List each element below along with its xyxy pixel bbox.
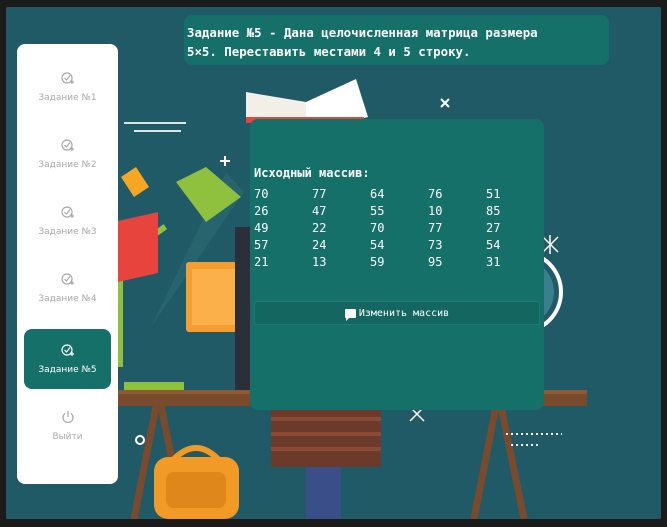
change-array-button[interactable]: Изменить массив bbox=[254, 301, 540, 325]
check-add-icon bbox=[60, 139, 74, 151]
matrix-cell: 77 bbox=[312, 187, 327, 201]
matrix-cell: 76 bbox=[428, 187, 443, 201]
sidebar-item-task-4[interactable]: Задание №4 bbox=[24, 258, 111, 318]
matrix-row: 70 77 64 76 51 bbox=[254, 186, 544, 203]
sidebar: Задание №1 Задание №2 Задание №3 Задание… bbox=[17, 44, 118, 484]
matrix-cell: 22 bbox=[312, 221, 327, 235]
app-window: Задание №5 - Дана целочисленная матрица … bbox=[6, 7, 661, 519]
sidebar-item-label: Задание №5 bbox=[38, 365, 97, 375]
sidebar-item-task-1[interactable]: Задание №1 bbox=[24, 57, 111, 117]
matrix-cell: 27 bbox=[486, 221, 501, 235]
sidebar-item-task-2[interactable]: Задание №2 bbox=[24, 124, 111, 184]
sidebar-item-label: Задание №2 bbox=[38, 160, 97, 170]
matrix-cell: 54 bbox=[486, 238, 501, 252]
result-panel: Исходный массив: 70 77 64 76 51 26 47 55… bbox=[250, 119, 544, 410]
check-add-icon bbox=[60, 344, 74, 356]
matrix-cell: 10 bbox=[428, 204, 443, 218]
sidebar-item-task-3[interactable]: Задание №3 bbox=[24, 191, 111, 251]
check-add-icon bbox=[60, 206, 74, 218]
matrix-cell: 77 bbox=[428, 221, 443, 235]
matrix-row: 21 13 59 95 31 bbox=[254, 254, 544, 271]
matrix-table: 70 77 64 76 51 26 47 55 10 85 49 22 70 7… bbox=[254, 186, 544, 271]
matrix-cell: 55 bbox=[370, 204, 385, 218]
matrix-cell: 95 bbox=[428, 255, 443, 269]
task-description-line-2: 5×5. Переставить местами 4 и 5 строку. bbox=[187, 44, 471, 59]
matrix-cell: 57 bbox=[254, 238, 269, 252]
matrix-cell: 70 bbox=[254, 187, 269, 201]
matrix-row: 57 24 54 73 54 bbox=[254, 237, 544, 254]
task-description-line-1: Задание №5 - Дана целочисленная матрица … bbox=[187, 25, 538, 40]
matrix-cell: 26 bbox=[254, 204, 269, 218]
matrix-cell: 47 bbox=[312, 204, 327, 218]
message-icon bbox=[344, 308, 356, 321]
power-icon bbox=[61, 411, 74, 424]
sidebar-item-label: Задание №3 bbox=[38, 227, 97, 237]
check-add-icon bbox=[60, 273, 74, 285]
matrix-cell: 85 bbox=[486, 204, 501, 218]
sidebar-item-label: Выйти bbox=[52, 432, 83, 442]
matrix-cell: 54 bbox=[370, 238, 385, 252]
matrix-cell: 31 bbox=[486, 255, 501, 269]
matrix-row: 49 22 70 77 27 bbox=[254, 220, 544, 237]
sidebar-item-label: Задание №1 bbox=[38, 93, 97, 103]
sidebar-item-logout[interactable]: Выйти bbox=[24, 396, 111, 456]
matrix-cell: 64 bbox=[370, 187, 385, 201]
matrix-cell: 13 bbox=[312, 255, 327, 269]
sidebar-item-label: Задание №4 bbox=[38, 294, 97, 304]
sidebar-item-task-5[interactable]: Задание №5 bbox=[24, 329, 111, 389]
check-add-icon bbox=[60, 72, 74, 84]
matrix-cell: 70 bbox=[370, 221, 385, 235]
matrix-cell: 24 bbox=[312, 238, 327, 252]
matrix-row: 26 47 55 10 85 bbox=[254, 203, 544, 220]
change-array-button-label: Изменить массив bbox=[358, 307, 450, 319]
matrix-cell: 73 bbox=[428, 238, 443, 252]
task-description: Задание №5 - Дана целочисленная матрица … bbox=[184, 15, 609, 65]
matrix-cell: 49 bbox=[254, 221, 269, 235]
array-title: Исходный массив: bbox=[254, 166, 370, 180]
matrix-cell: 51 bbox=[486, 187, 501, 201]
matrix-cell: 21 bbox=[254, 255, 269, 269]
matrix-cell: 59 bbox=[370, 255, 385, 269]
